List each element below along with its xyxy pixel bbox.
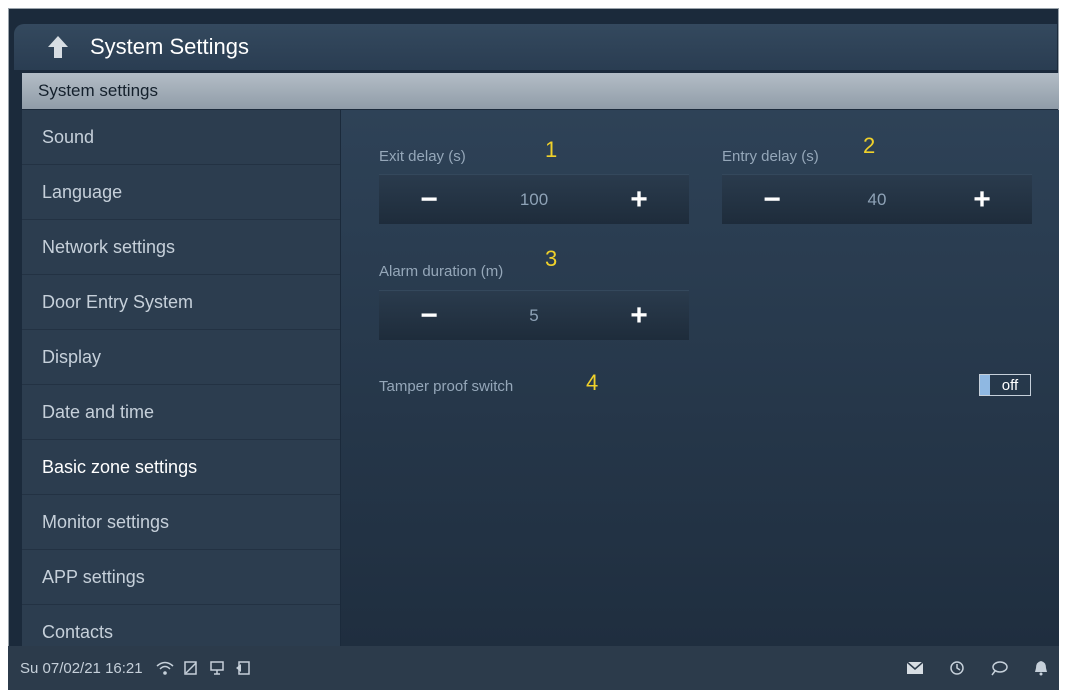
sidebar-item-network-settings[interactable]: Network settings	[22, 220, 340, 275]
alarm-duration-label: Alarm duration (m)	[379, 263, 504, 280]
exit-delay-label: Exit delay (s)	[379, 148, 466, 165]
sidebar-item-label: Contacts	[42, 621, 114, 642]
sidebar-item-label: Sound	[42, 126, 95, 147]
marker-1: 1	[545, 137, 558, 162]
entry-delay-stepper: − 40 +	[722, 174, 1032, 224]
plus-icon: +	[973, 182, 991, 216]
entry-delay-minus-button[interactable]: −	[722, 175, 822, 225]
minus-icon: −	[420, 182, 438, 216]
alarm-duration-plus-button[interactable]: +	[589, 291, 689, 341]
entry-delay-label: Entry delay (s)	[722, 148, 819, 165]
mail-icon[interactable]	[905, 658, 925, 678]
status-datetime: Su 07/02/21 16:21	[20, 659, 143, 677]
exit-delay-stepper: − 100 +	[379, 174, 689, 224]
status-right-icons	[905, 658, 1051, 678]
sidebar-item-label: Network settings	[42, 236, 176, 257]
tamper-switch-toggle[interactable]: off	[979, 374, 1031, 396]
wifi-icon	[155, 658, 175, 678]
bell-icon[interactable]	[1031, 658, 1051, 678]
sidebar-item-sound[interactable]: Sound	[22, 110, 340, 165]
sidebar-item-label: Monitor settings	[42, 511, 170, 532]
sidebar-item-basic-zone-settings[interactable]: Basic zone settings	[22, 440, 340, 495]
exit-delay-plus-button[interactable]: +	[589, 175, 689, 225]
status-left-icons	[155, 658, 253, 678]
top-bar: System Settings	[14, 24, 1057, 70]
sidebar-item-app-settings[interactable]: APP settings	[22, 550, 340, 605]
sidebar-item-label: APP settings	[42, 566, 145, 587]
sidebar-item-contacts[interactable]: Contacts	[22, 605, 340, 646]
monitor-icon	[207, 658, 227, 678]
sidebar-item-display[interactable]: Display	[22, 330, 340, 385]
sidebar-item-label: Date and time	[42, 401, 155, 422]
back-arrow-icon[interactable]	[40, 29, 76, 65]
sidebar-item-label: Basic zone settings	[42, 456, 198, 477]
sidebar-item-date-and-time[interactable]: Date and time	[22, 385, 340, 440]
alarm-duration-minus-button[interactable]: −	[379, 291, 479, 341]
alarm-duration-stepper: − 5 +	[379, 290, 689, 340]
marker-3: 3	[545, 246, 558, 271]
page-title: System Settings	[90, 34, 249, 59]
plus-icon: +	[630, 182, 648, 216]
exit-delay-minus-button[interactable]: −	[379, 175, 479, 225]
chat-icon[interactable]	[989, 658, 1009, 678]
minus-icon: −	[763, 182, 781, 216]
sidebar-item-label: Language	[42, 181, 123, 202]
settings-panel: Exit delay (s) 1 − 100 + Entry delay (s)…	[341, 110, 1059, 646]
section-header: System settings	[22, 73, 1059, 109]
status-bar: Su 07/02/21 16:21	[8, 646, 1059, 690]
exit-delay-value: 100	[519, 189, 549, 209]
sidebar-item-label: Door Entry System	[42, 291, 194, 312]
sidebar: Sound Language Network settings Door Ent…	[22, 110, 340, 646]
marker-2: 2	[863, 133, 876, 158]
sidebar-item-door-entry-system[interactable]: Door Entry System	[22, 275, 340, 330]
entry-delay-plus-button[interactable]: +	[932, 175, 1032, 225]
alarm-duration-value: 5	[529, 305, 539, 325]
tamper-switch-label: Tamper proof switch	[379, 378, 514, 395]
sidebar-item-monitor-settings[interactable]: Monitor settings	[22, 495, 340, 550]
return-icon	[233, 658, 253, 678]
toggle-knob	[980, 375, 990, 395]
toggle-state: off	[1001, 376, 1019, 394]
sidebar-item-label: Display	[42, 346, 102, 367]
note-icon	[181, 658, 201, 678]
sidebar-item-language[interactable]: Language	[22, 165, 340, 220]
plus-icon: +	[630, 298, 648, 332]
section-title: System settings	[38, 81, 158, 100]
minus-icon: −	[420, 298, 438, 332]
marker-4: 4	[586, 370, 599, 395]
entry-delay-value: 40	[867, 189, 887, 209]
history-icon[interactable]	[947, 658, 967, 678]
